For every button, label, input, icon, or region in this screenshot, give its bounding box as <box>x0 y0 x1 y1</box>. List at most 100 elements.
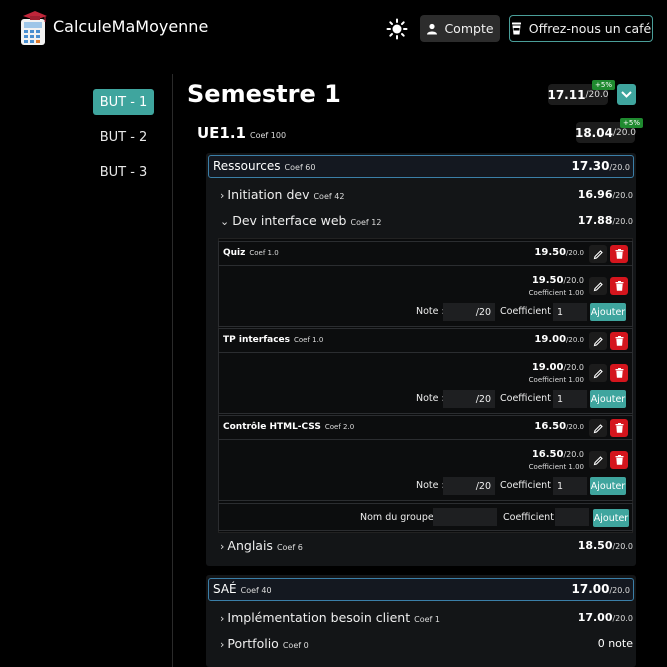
subject-coef: Coef 42 <box>313 192 345 201</box>
edit-evaluation-button[interactable] <box>589 332 607 350</box>
evaluation-title: TP interfaces <box>223 335 290 345</box>
calculator-logo-icon[interactable] <box>19 10 49 46</box>
subject-grade: 17.00/20.0 <box>578 611 633 624</box>
ressources-name: Ressources <box>213 159 281 173</box>
theme-toggle-sun-icon[interactable] <box>386 18 408 40</box>
add-grade-button[interactable]: Ajouter <box>590 477 626 495</box>
coefficient-input[interactable]: 1 <box>553 303 587 321</box>
evaluation-grade-value: 16.50 <box>534 421 567 432</box>
subject-row-dev-interface-web[interactable]: ⌄ Dev interface web Coef 12 17.88/20.0 <box>220 211 633 231</box>
sidebar-item-but-3[interactable]: BUT - 3 <box>93 159 154 185</box>
delete-evaluation-button[interactable] <box>610 419 628 437</box>
evaluation-grade: 19.00/20.0 <box>534 334 584 345</box>
grade-entry-value: 16.50/20.0 <box>532 449 584 460</box>
ue-coef: Coef 100 <box>250 131 287 140</box>
semester-bonus-badge: +5% <box>592 80 615 90</box>
subject-coef: Coef 6 <box>276 543 303 552</box>
note-suffix: /20 <box>475 393 491 405</box>
note-suffix: /20 <box>475 306 491 318</box>
app-brand[interactable]: CalculeMaMoyenne <box>53 17 208 36</box>
subject-grade-value: 16.96 <box>577 188 613 201</box>
group-coefficient-label: Coefficient : <box>503 512 561 523</box>
user-icon <box>427 23 438 34</box>
subject-grade-denominator: /20.0 <box>612 614 633 623</box>
subject-row-portfolio[interactable]: › Portfolio Coef 0 0 note <box>220 634 633 654</box>
subject-label: › Initiation dev Coef 42 <box>220 187 344 202</box>
coefficient-input[interactable]: 1 <box>553 477 587 495</box>
subject-coef: Coef 0 <box>282 641 309 650</box>
subject-grade: 0 note <box>598 637 633 650</box>
subject-grade-value: 17.00 <box>577 611 613 624</box>
chevron-down-icon <box>621 91 632 98</box>
pencil-icon <box>593 249 603 259</box>
evaluation-coef: Coef 1.0 <box>294 336 324 344</box>
ressources-coef: Coef 60 <box>284 163 316 172</box>
grade-entry-denominator: /20.0 <box>563 276 584 285</box>
subject-name: Dev interface web <box>232 213 347 228</box>
note-input[interactable]: /20 <box>443 303 495 321</box>
edit-grade-button[interactable] <box>589 451 607 469</box>
subject-grade-value: 17.88 <box>577 214 613 227</box>
group-coefficient-input[interactable] <box>555 508 589 526</box>
subject-grade: 18.50/20.0 <box>578 539 633 552</box>
buy-coffee-button[interactable]: Offrez-nous un café <box>509 15 653 42</box>
add-grade-button[interactable]: Ajouter <box>590 390 626 408</box>
subject-row-implementation-besoin-client[interactable]: › Implémentation besoin client Coef 1 17.0… <box>220 608 633 628</box>
subject-row-initiation-dev[interactable]: › Initiation dev Coef 42 16.96/20.0 <box>220 185 633 205</box>
sae-grade: 17.00/20.0 <box>572 582 630 596</box>
ue-title: UE1.1 Coef 100 <box>197 124 286 142</box>
evaluation-title: Contrôle HTML-CSS <box>223 422 321 432</box>
subject-label: ⌄ Dev interface web Coef 12 <box>220 213 381 228</box>
grade-entry-value: 19.00/20.0 <box>532 362 584 373</box>
note-label: Note : <box>416 480 445 491</box>
coefficient-label: Coefficient : <box>500 393 558 404</box>
group-name-input[interactable] <box>433 508 497 526</box>
grade-entry-coef: Coefficient 1.00 <box>528 463 584 471</box>
delete-grade-button[interactable] <box>610 451 628 469</box>
trash-icon <box>615 336 623 346</box>
sidebar-item-but-2[interactable]: BUT - 2 <box>93 124 154 150</box>
delete-grade-button[interactable] <box>610 277 628 295</box>
trash-icon <box>615 423 623 433</box>
ue-grade: 18.04 <box>574 125 613 140</box>
trash-icon <box>615 281 623 291</box>
group-name-label: Nom du groupe : <box>360 512 440 523</box>
trash-icon <box>615 249 623 259</box>
grade-entry-denominator: /20.0 <box>563 363 584 372</box>
edit-grade-button[interactable] <box>589 364 607 382</box>
note-suffix: /20 <box>475 480 491 492</box>
subject-grade: 16.96/20.0 <box>578 188 633 201</box>
grade-entry-coef: Coefficient 1.00 <box>528 376 584 384</box>
delete-evaluation-button[interactable] <box>610 332 628 350</box>
subject-row-anglais[interactable]: › Anglais Coef 6 18.50/20.0 <box>220 536 633 556</box>
add-group-button[interactable]: Ajouter <box>593 509 629 527</box>
trash-icon <box>615 368 623 378</box>
pencil-icon <box>593 455 603 465</box>
delete-evaluation-button[interactable] <box>610 245 628 263</box>
sae-header[interactable]: SAÉ Coef 40 17.00/20.0 <box>208 578 634 601</box>
sidebar-item-but-1[interactable]: BUT - 1 <box>93 89 154 115</box>
ressources-header[interactable]: Ressources Coef 60 17.30/20.0 <box>208 155 634 178</box>
note-input[interactable]: /20 <box>443 390 495 408</box>
account-button[interactable]: Compte <box>420 15 500 42</box>
grade-entry-denominator: /20.0 <box>563 450 584 459</box>
edit-evaluation-button[interactable] <box>589 419 607 437</box>
delete-grade-button[interactable] <box>610 364 628 382</box>
semester-grade: 17.11 <box>547 87 586 102</box>
subject-grade: 17.88/20.0 <box>578 214 633 227</box>
note-input[interactable]: /20 <box>443 477 495 495</box>
edit-evaluation-button[interactable] <box>589 245 607 263</box>
pencil-icon <box>593 368 603 378</box>
note-label: Note : <box>416 393 445 404</box>
add-grade-button[interactable]: Ajouter <box>590 303 626 321</box>
coefficient-input[interactable]: 1 <box>553 390 587 408</box>
evaluation-grade-denominator: /20.0 <box>566 249 584 257</box>
edit-grade-button[interactable] <box>589 277 607 295</box>
evaluation-tp-interfaces: TP interfaces Coef 1.0 19.00/20.0 19.00/2… <box>218 328 633 414</box>
ue-bonus-badge: +5% <box>620 118 643 128</box>
trash-icon <box>615 455 623 465</box>
pencil-icon <box>593 336 603 346</box>
collapse-semester-button[interactable] <box>617 84 636 105</box>
sae-grade-value: 17.00 <box>571 582 610 596</box>
chevron-right-icon: › <box>220 540 225 553</box>
